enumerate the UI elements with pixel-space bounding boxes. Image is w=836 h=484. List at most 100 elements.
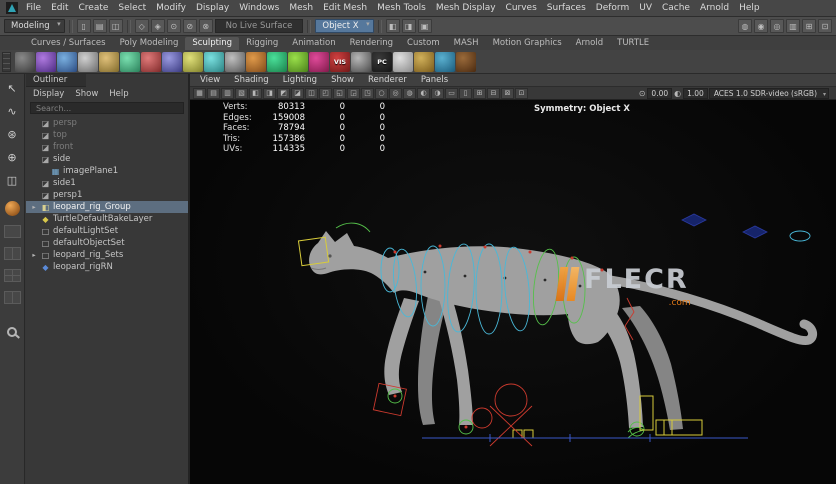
menubar-item[interactable]: Display: [191, 0, 234, 17]
viewport-tool-icon[interactable]: ⊠: [501, 88, 514, 99]
shelf-tab[interactable]: Custom: [400, 37, 447, 50]
shelf-tab[interactable]: Rigging: [239, 37, 285, 50]
layout-persp-outliner-button[interactable]: [4, 291, 21, 304]
viewport-tool-icon[interactable]: ◱: [333, 88, 346, 99]
render-icon[interactable]: ▥: [786, 19, 800, 33]
shelf-tool-icon[interactable]: [204, 52, 224, 72]
snap-icon[interactable]: ⊗: [199, 19, 213, 33]
exposure-field[interactable]: 0.00: [647, 88, 672, 99]
viewport-menu-item[interactable]: Panels: [414, 75, 455, 85]
shelf-tool-icon[interactable]: [183, 52, 203, 72]
outliner-item[interactable]: ▦ imagePlane1: [26, 165, 188, 177]
gamma-icon[interactable]: [673, 89, 682, 98]
file-operation-icon[interactable]: ▯: [77, 19, 91, 33]
outliner-menu-item[interactable]: Display: [33, 89, 64, 99]
viewport-menu-item[interactable]: Shading: [227, 75, 276, 85]
shelf-tool-icon[interactable]: [393, 52, 413, 72]
shelf-tool-icon[interactable]: [435, 52, 455, 72]
shelf-scroll-controls[interactable]: [2, 52, 11, 72]
viewport-tool-icon[interactable]: ◐: [417, 88, 430, 99]
view-transform-dropdown[interactable]: ACES 1.0 SDR-video (sRGB): [709, 88, 829, 99]
gamma-field[interactable]: 1.00: [683, 88, 708, 99]
viewport-menu-item[interactable]: Show: [324, 75, 361, 85]
viewport-menu-item[interactable]: Lighting: [276, 75, 324, 85]
viewport-tool-icon[interactable]: ◪: [291, 88, 304, 99]
viewport-tool-icon[interactable]: ◍: [403, 88, 416, 99]
menubar-item[interactable]: Deform: [591, 0, 634, 17]
viewport-tool-icon[interactable]: ◑: [431, 88, 444, 99]
viewport-tool-icon[interactable]: ◩: [277, 88, 290, 99]
outliner-search-input[interactable]: Search...: [30, 102, 184, 114]
viewport-tool-icon[interactable]: ▯: [459, 88, 472, 99]
toolbox-tool-icon[interactable]: ∿: [4, 105, 20, 119]
layout-two-pane-button[interactable]: [4, 247, 21, 260]
menubar-item[interactable]: Mesh: [284, 0, 318, 17]
render-icon[interactable]: ◎: [770, 19, 784, 33]
outliner-item[interactable]: ◪ top: [26, 129, 188, 141]
viewport-tool-icon[interactable]: ⊡: [515, 88, 528, 99]
expand-arrow-icon[interactable]: ▸: [30, 203, 38, 211]
shelf-tab[interactable]: TURTLE: [610, 37, 656, 50]
viewport-tool-icon[interactable]: ▧: [235, 88, 248, 99]
viewport-tool-icon[interactable]: ▭: [445, 88, 458, 99]
shelf-tool-icon[interactable]: [246, 52, 266, 72]
layout-single-pane-button[interactable]: [4, 225, 21, 238]
expand-arrow-icon[interactable]: ▸: [30, 251, 38, 259]
snap-icon[interactable]: ◈: [151, 19, 165, 33]
menubar-item[interactable]: Arnold: [695, 0, 734, 17]
shelf-tool-icon[interactable]: [141, 52, 161, 72]
menubar-item[interactable]: Cache: [657, 0, 695, 17]
menubar-item[interactable]: Help: [734, 0, 765, 17]
outliner-item[interactable]: ◪ front: [26, 141, 188, 153]
viewport-3d-scene[interactable]: [190, 100, 836, 484]
outliner-item[interactable]: □ defaultObjectSet: [26, 237, 188, 249]
shelf-tool-icon[interactable]: [309, 52, 329, 72]
menubar-item[interactable]: Select: [113, 0, 151, 17]
outliner-item[interactable]: ◆ leopard_rigRN: [26, 261, 188, 273]
viewport-tool-icon[interactable]: ▤: [207, 88, 220, 99]
outliner-item[interactable]: ◆ TurtleDefaultBakeLayer: [26, 213, 188, 225]
statusline-divider[interactable]: [378, 20, 382, 33]
outliner-title[interactable]: Outliner: [26, 74, 86, 87]
shelf-tool-icon[interactable]: PC: [372, 52, 392, 72]
toolbox-tool-icon[interactable]: ⊕: [4, 151, 20, 165]
viewport-menu-item[interactable]: Renderer: [361, 75, 414, 85]
shelf-tab[interactable]: Rendering: [343, 37, 400, 50]
statusline-divider[interactable]: [127, 20, 131, 33]
viewport-tool-icon[interactable]: ▦: [193, 88, 206, 99]
viewport-tool-icon[interactable]: ◨: [263, 88, 276, 99]
render-icon[interactable]: ⊞: [802, 19, 816, 33]
viewport-tool-icon[interactable]: ⊞: [473, 88, 486, 99]
shelf-tool-icon[interactable]: [288, 52, 308, 72]
rig-controls[interactable]: [298, 214, 810, 446]
menubar-item[interactable]: Mesh Display: [431, 0, 501, 17]
viewport-tool-icon[interactable]: ◧: [249, 88, 262, 99]
toolbox-tool-icon[interactable]: ◫: [4, 174, 20, 188]
render-icon[interactable]: ⊡: [818, 19, 832, 33]
statusline-divider[interactable]: [307, 20, 311, 33]
snap-icon[interactable]: ⊘: [183, 19, 197, 33]
exposure-icon[interactable]: [638, 89, 647, 98]
history-icon[interactable]: ▣: [418, 19, 432, 33]
leopard-model[interactable]: [309, 231, 813, 430]
menubar-item[interactable]: Mesh Tools: [372, 0, 431, 17]
menubar-item[interactable]: Edit Mesh: [318, 0, 372, 17]
layout-four-pane-button[interactable]: [4, 269, 21, 282]
viewport-tool-icon[interactable]: ◰: [319, 88, 332, 99]
viewport-menu-item[interactable]: View: [193, 75, 227, 85]
shelf-tab[interactable]: Poly Modeling: [113, 37, 186, 50]
shelf-tab[interactable]: MASH: [447, 37, 486, 50]
history-icon[interactable]: ◨: [402, 19, 416, 33]
toolbox-tool-icon[interactable]: ⊛: [4, 128, 20, 142]
menubar-item[interactable]: Surfaces: [542, 0, 591, 17]
shelf-tool-icon[interactable]: [414, 52, 434, 72]
file-operation-icon[interactable]: ◫: [109, 19, 123, 33]
menubar-item[interactable]: Windows: [234, 0, 284, 17]
outliner-menu-item[interactable]: Show: [75, 89, 98, 99]
shelf-tool-icon[interactable]: [57, 52, 77, 72]
render-icon[interactable]: ◉: [754, 19, 768, 33]
zoom-tool-icon[interactable]: [7, 327, 17, 337]
symmetry-dropdown[interactable]: Object X: [315, 19, 373, 33]
outliner-item[interactable]: ▸ □ leopard_rig_Sets: [26, 249, 188, 261]
outliner-item[interactable]: ◪ side1: [26, 177, 188, 189]
